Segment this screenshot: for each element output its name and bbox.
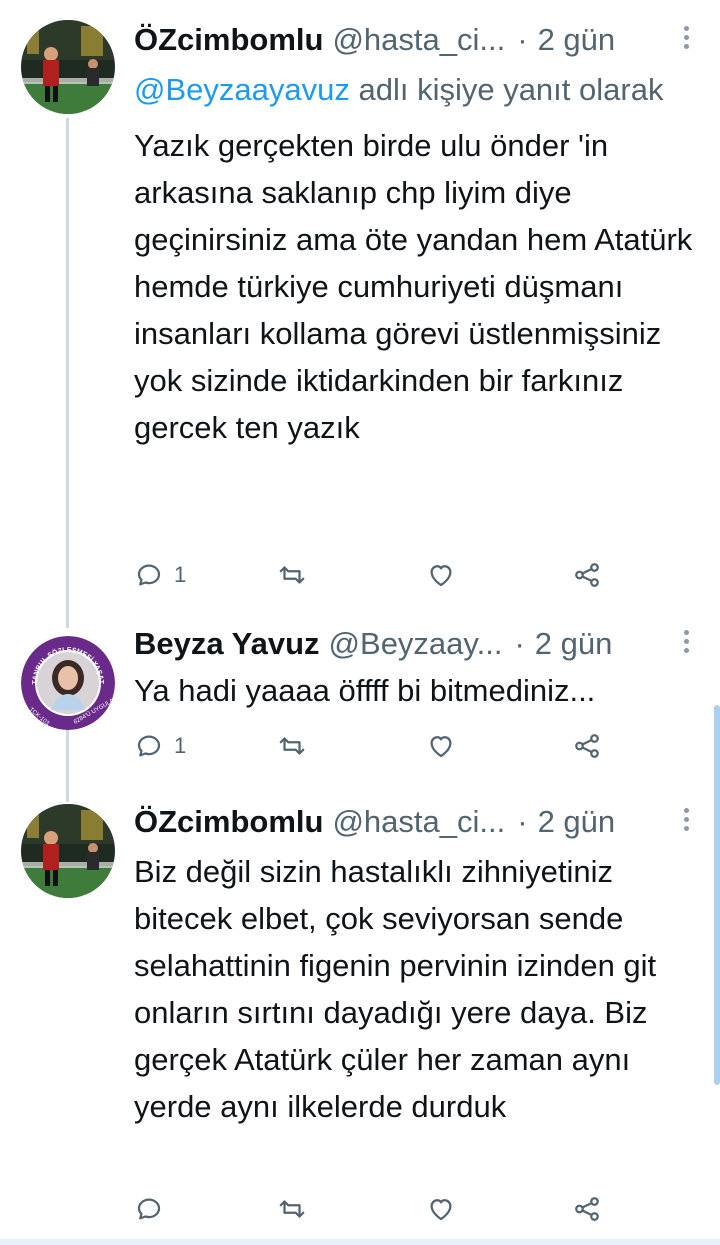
retweet-button[interactable] [277, 558, 307, 592]
like-button[interactable] [426, 558, 456, 592]
timestamp[interactable]: 2 gün [538, 20, 616, 60]
replying-to: @Beyzaayavuz adlı kişiye yanıt olarak [134, 68, 696, 112]
separator-dot: · [517, 804, 528, 839]
tweet-header: ÖZcimbomlu @hasta_ci... · 2 gün [134, 20, 696, 60]
user-handle[interactable]: @hasta_ci... [332, 20, 505, 60]
tweet-actions: 1 [134, 558, 614, 592]
tweet-actions: 1 [134, 729, 614, 763]
display-name[interactable]: Beyza Yavuz [134, 624, 320, 664]
tweet-header: Beyza Yavuz @Beyzaay... · 2 gün [134, 624, 696, 664]
retweet-icon [279, 566, 305, 584]
replying-label: adlı kişiye yanıt olarak [349, 72, 664, 107]
heart-icon [430, 736, 452, 758]
tweet-text: Biz değil sizin hastalıklı zihniyetiniz … [134, 854, 657, 1124]
more-vertical-icon[interactable] [676, 626, 696, 662]
reply-button[interactable]: 1 [134, 729, 186, 763]
reply-count: 1 [174, 733, 187, 758]
share-icon [575, 1197, 599, 1221]
reply-icon [137, 1198, 161, 1220]
retweet-button[interactable] [277, 729, 307, 763]
retweet-button[interactable] [277, 1192, 307, 1226]
reply-icon [137, 564, 161, 586]
separator-dot: · [514, 626, 525, 661]
mention-link[interactable]: @Beyzaayavuz [134, 72, 350, 107]
tweet-text: Yazık gerçekten birde ulu önder 'in arka… [134, 128, 693, 445]
tweet-actions [134, 1192, 614, 1226]
timestamp[interactable]: 2 gün [535, 624, 613, 664]
heart-icon [430, 1199, 452, 1221]
scrollbar[interactable] [714, 705, 720, 1085]
reply-button[interactable] [134, 1192, 164, 1226]
share-button[interactable] [572, 1192, 602, 1226]
share-icon [575, 563, 599, 587]
bottom-divider [0, 1239, 720, 1245]
timestamp[interactable]: 2 gün [538, 802, 616, 842]
separator-dot: · [517, 22, 528, 57]
like-button[interactable] [426, 729, 456, 763]
share-button[interactable] [572, 729, 602, 763]
heart-icon [430, 565, 452, 587]
share-button[interactable] [572, 558, 602, 592]
avatar[interactable] [21, 20, 115, 114]
thread-line [66, 118, 69, 628]
user-handle[interactable]: @hasta_ci... [332, 802, 505, 842]
retweet-icon [279, 737, 305, 755]
share-icon [575, 734, 599, 758]
avatar[interactable] [21, 804, 115, 898]
tweet-text: Ya hadi yaaaa öffff bi bitmediniz... [134, 673, 596, 708]
more-vertical-icon[interactable] [676, 22, 696, 58]
avatar[interactable]: İSTANBUL SÖZLEŞMESİ YAŞATIR TCK-103 6284… [21, 636, 115, 730]
tweet-header: ÖZcimbomlu @hasta_ci... · 2 gün [134, 802, 696, 842]
like-button[interactable] [426, 1192, 456, 1226]
reply-icon [137, 735, 161, 757]
reply-count: 1 [174, 562, 187, 587]
display-name[interactable]: ÖZcimbomlu [134, 802, 323, 842]
more-vertical-icon[interactable] [676, 804, 696, 840]
user-handle[interactable]: @Beyzaay... [329, 624, 503, 664]
retweet-icon [279, 1200, 305, 1218]
reply-button[interactable]: 1 [134, 558, 186, 592]
display-name[interactable]: ÖZcimbomlu [134, 20, 323, 60]
